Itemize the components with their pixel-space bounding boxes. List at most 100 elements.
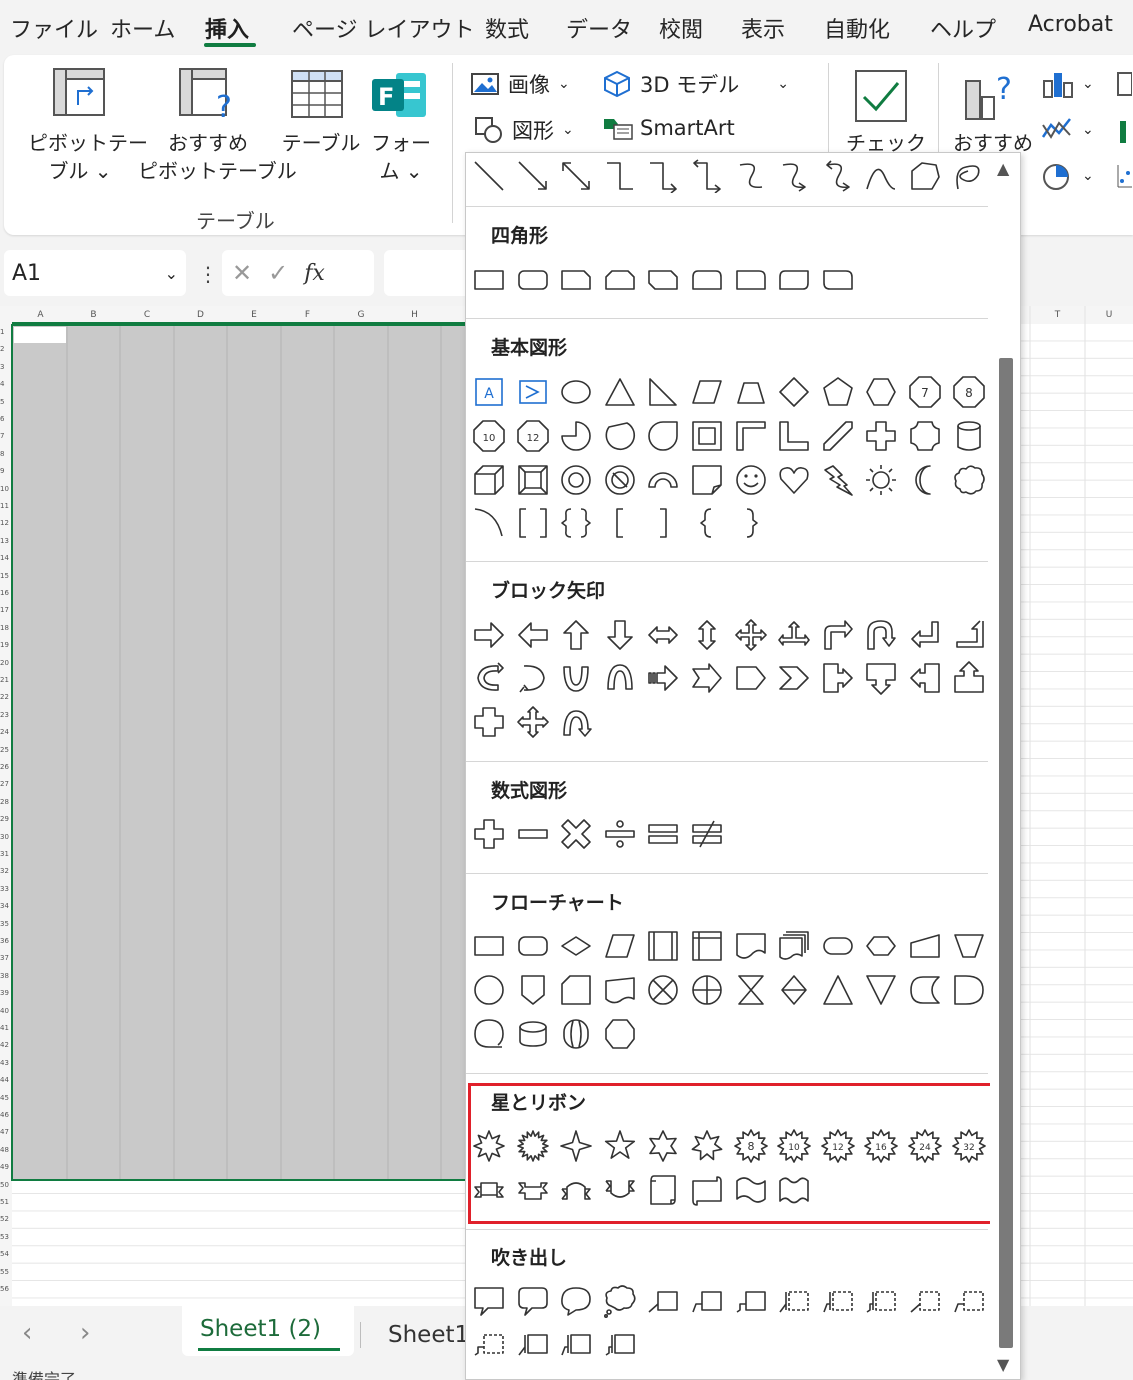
shape-option[interactable]	[472, 973, 506, 1007]
row-header[interactable]: 19	[0, 641, 12, 649]
shape-option[interactable]	[646, 159, 680, 193]
shape-option[interactable]	[864, 419, 898, 453]
shape-option[interactable]	[646, 1284, 680, 1318]
shape-option[interactable]	[864, 618, 898, 652]
row-header[interactable]: 1	[0, 328, 12, 336]
row-header[interactable]: 37	[0, 954, 12, 962]
row-header[interactable]: 51	[0, 1198, 12, 1206]
shape-option[interactable]	[516, 1017, 550, 1051]
shape-option[interactable]	[734, 1284, 768, 1318]
chevron-left-icon[interactable]: ‹	[22, 1318, 32, 1348]
shape-option[interactable]	[777, 929, 811, 963]
shape-option[interactable]	[734, 618, 768, 652]
shape-option[interactable]	[472, 1017, 506, 1051]
shape-option[interactable]	[646, 419, 680, 453]
shape-option[interactable]	[472, 263, 506, 297]
shape-option[interactable]	[952, 419, 986, 453]
shape-option[interactable]	[472, 705, 506, 739]
shape-option[interactable]	[734, 929, 768, 963]
shape-option[interactable]	[777, 463, 811, 497]
row-header[interactable]: 38	[0, 972, 12, 980]
shape-option[interactable]: 8	[733, 1129, 768, 1163]
row-header[interactable]: 2	[0, 345, 12, 353]
column-header[interactable]: D	[174, 306, 227, 324]
row-header[interactable]: 56	[0, 1285, 12, 1293]
shapes-button[interactable]: 図形 ⌄	[474, 115, 574, 145]
shape-option[interactable]	[690, 159, 724, 193]
shape-option[interactable]	[559, 817, 593, 851]
tab-page-layout[interactable]: ページ レイアウト	[292, 12, 475, 44]
line-chart-button[interactable]: ⌄	[1040, 115, 1094, 145]
shape-option[interactable]	[472, 929, 506, 963]
row-header[interactable]: 48	[0, 1146, 12, 1154]
row-header[interactable]: 18	[0, 624, 12, 632]
shape-option[interactable]	[472, 463, 506, 497]
shape-option[interactable]	[821, 929, 855, 963]
shape-option[interactable]	[821, 263, 855, 297]
shape-option[interactable]	[864, 929, 898, 963]
shape-option[interactable]	[559, 661, 593, 695]
shape-option[interactable]	[690, 263, 724, 297]
shape-option[interactable]	[821, 463, 855, 497]
shape-option[interactable]: 7	[908, 375, 942, 409]
shape-option[interactable]	[516, 618, 550, 652]
shape-option[interactable]	[734, 463, 768, 497]
shape-option[interactable]	[646, 618, 680, 652]
shape-option[interactable]	[559, 1284, 593, 1318]
dropdown-scrollbar[interactable]: ▲ ▼	[990, 153, 1020, 1379]
recommended-pivot-icon[interactable]: ?	[178, 67, 238, 127]
row-header[interactable]: 39	[0, 989, 12, 997]
shape-option[interactable]	[777, 618, 811, 652]
row-header[interactable]: 33	[0, 885, 12, 893]
row-header[interactable]: 53	[0, 1233, 12, 1241]
tab-insert[interactable]: 挿入	[205, 12, 249, 44]
shape-option[interactable]	[690, 1129, 724, 1163]
tab-help[interactable]: ヘルプ	[930, 12, 996, 44]
row-header[interactable]: 29	[0, 815, 12, 823]
row-header[interactable]: 7	[0, 432, 12, 440]
shape-option[interactable]	[603, 1017, 637, 1051]
shape-option[interactable]	[734, 263, 768, 297]
shape-option[interactable]	[734, 973, 768, 1007]
tab-home[interactable]: ホーム	[110, 12, 175, 44]
recommended-charts-icon[interactable]: ?	[962, 67, 1022, 127]
shape-option[interactable]	[559, 263, 593, 297]
shape-option[interactable]	[603, 159, 637, 193]
row-header[interactable]: 11	[0, 502, 12, 510]
row-header[interactable]: 31	[0, 850, 12, 858]
shape-option[interactable]	[690, 463, 724, 497]
shape-option[interactable]	[603, 1173, 637, 1207]
check-icon[interactable]	[854, 69, 908, 127]
insert-function-button[interactable]: fx	[304, 261, 325, 286]
shape-option[interactable]	[908, 618, 942, 652]
row-header[interactable]: 52	[0, 1215, 12, 1223]
row-header[interactable]: 17	[0, 606, 12, 614]
image-button[interactable]: 画像 ⌄	[470, 69, 570, 99]
shape-option[interactable]	[603, 463, 637, 497]
shape-option[interactable]: 10	[472, 419, 506, 453]
shape-option[interactable]: 8	[952, 375, 986, 409]
shape-option[interactable]	[690, 973, 724, 1007]
shape-option[interactable]	[821, 159, 855, 193]
shape-option[interactable]	[777, 375, 811, 409]
shape-option[interactable]	[559, 1173, 593, 1207]
shape-option[interactable]	[952, 1284, 986, 1318]
tab-acrobat[interactable]: Acrobat	[1028, 12, 1113, 37]
shape-option[interactable]	[559, 159, 593, 193]
shape-option[interactable]	[603, 973, 637, 1007]
shape-option[interactable]	[559, 1017, 593, 1051]
more-chart-icon[interactable]	[1116, 115, 1132, 149]
row-header[interactable]: 25	[0, 746, 12, 754]
shape-option[interactable]	[516, 375, 550, 409]
row-header[interactable]: 24	[0, 728, 12, 736]
column-header[interactable]: G	[334, 306, 388, 324]
shape-option[interactable]	[603, 661, 637, 695]
row-header[interactable]: 12	[0, 519, 12, 527]
shape-option[interactable]	[690, 817, 724, 851]
shape-option[interactable]	[864, 375, 898, 409]
tab-data[interactable]: データ	[566, 12, 632, 44]
shape-option[interactable]	[908, 1284, 942, 1318]
smartart-button[interactable]: SmartArt	[602, 115, 735, 141]
row-header[interactable]: 10	[0, 485, 12, 493]
forms-icon[interactable]: F	[370, 67, 430, 127]
